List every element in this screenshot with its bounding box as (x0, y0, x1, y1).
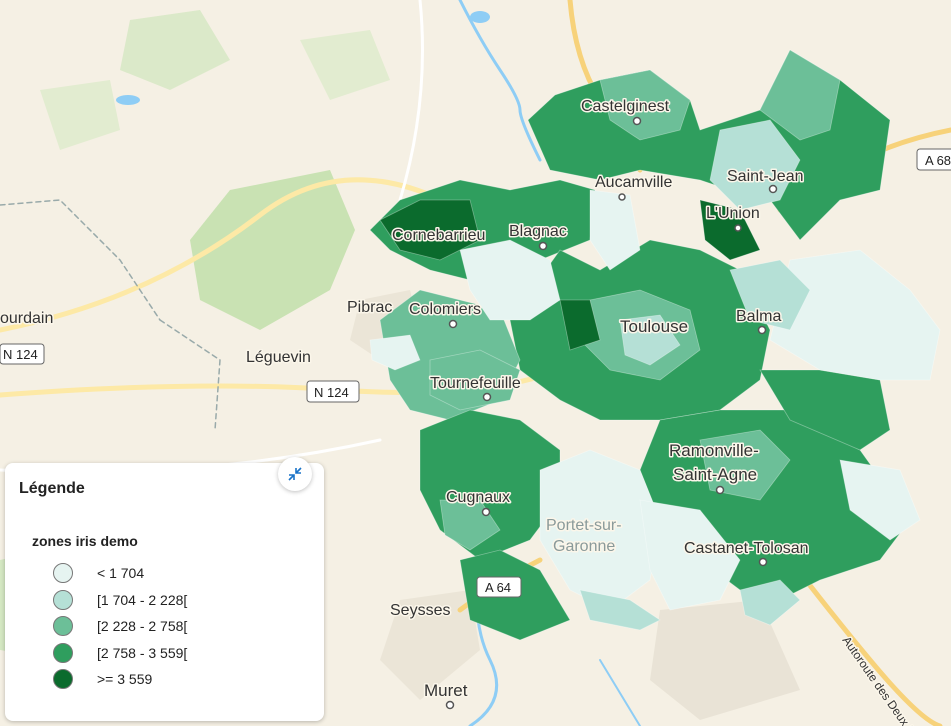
label-muret: Muret (424, 681, 468, 700)
svg-text:A 64: A 64 (485, 580, 511, 595)
label-blagnac: Blagnac (509, 223, 567, 240)
swatch-class-1 (53, 589, 73, 610)
shield-a68: A 68 (916, 148, 951, 171)
swatch-class-2 (53, 616, 73, 637)
legend-panel: Légende zones iris demo < 1 704 [1 704 -… (5, 457, 324, 721)
collapse-legend-button[interactable] (278, 457, 312, 491)
label-tournefeuille: Tournefeuille (430, 375, 521, 392)
legend-label: [2 758 - 3 559[ (97, 644, 188, 661)
legend-label: [2 228 - 2 758[ (97, 618, 188, 635)
label-pibrac: Pibrac (347, 299, 392, 316)
svg-text:N 124: N 124 (314, 385, 349, 400)
label-castelginest: Castelginest (581, 98, 670, 115)
label-portet: Portet-sur- (546, 517, 622, 534)
shield-a64: A 64 (476, 576, 522, 598)
shield-n124-center: N 124 (306, 380, 360, 403)
label-seysses: Seysses (390, 602, 450, 619)
legend-item: < 1 704 (53, 560, 187, 587)
legend-item: >= 3 559 (53, 666, 187, 693)
legend-item: [1 704 - 2 228[ (53, 587, 187, 614)
label-saint-agne: Saint-Agne (673, 465, 757, 484)
label-leguevin: Léguevin (246, 349, 311, 366)
label-cugnaux: Cugnaux (446, 489, 510, 506)
legend-label: < 1 704 (97, 565, 145, 582)
label-aucamville: Aucamville (595, 174, 672, 191)
legend-classes: < 1 704 [1 704 - 2 228[ [2 228 - 2 758[ … (53, 560, 187, 693)
layer-name: zones iris demo (32, 533, 138, 549)
label-balma: Balma (736, 308, 781, 325)
label-ourdain: ourdain (0, 310, 53, 327)
legend-item: [2 228 - 2 758[ (53, 613, 187, 640)
label-garonne: Garonne (553, 538, 615, 555)
label-toulouse: Toulouse (620, 317, 688, 336)
label-cornebarrieu: Cornebarrieu (392, 227, 485, 244)
legend-title: Légende (19, 480, 85, 497)
label-ramonville: Ramonville- (669, 441, 759, 460)
label-castanet: Castanet-Tolosan (684, 540, 809, 557)
legend-label: >= 3 559 (97, 671, 153, 688)
collapse-icon (288, 467, 302, 481)
label-lunion: L'Union (706, 205, 760, 222)
label-colomiers: Colomiers (409, 301, 481, 318)
svg-text:A 68: A 68 (925, 153, 951, 168)
legend-label: [1 704 - 2 228[ (97, 591, 188, 608)
label-saint-jean: Saint-Jean (727, 168, 804, 185)
svg-text:N 124: N 124 (3, 347, 38, 362)
swatch-class-3 (53, 642, 73, 663)
swatch-class-0 (53, 563, 73, 584)
legend-item: [2 758 - 3 559[ (53, 640, 187, 667)
swatch-class-4 (53, 669, 73, 690)
shield-n124-west: N 124 (0, 343, 45, 365)
